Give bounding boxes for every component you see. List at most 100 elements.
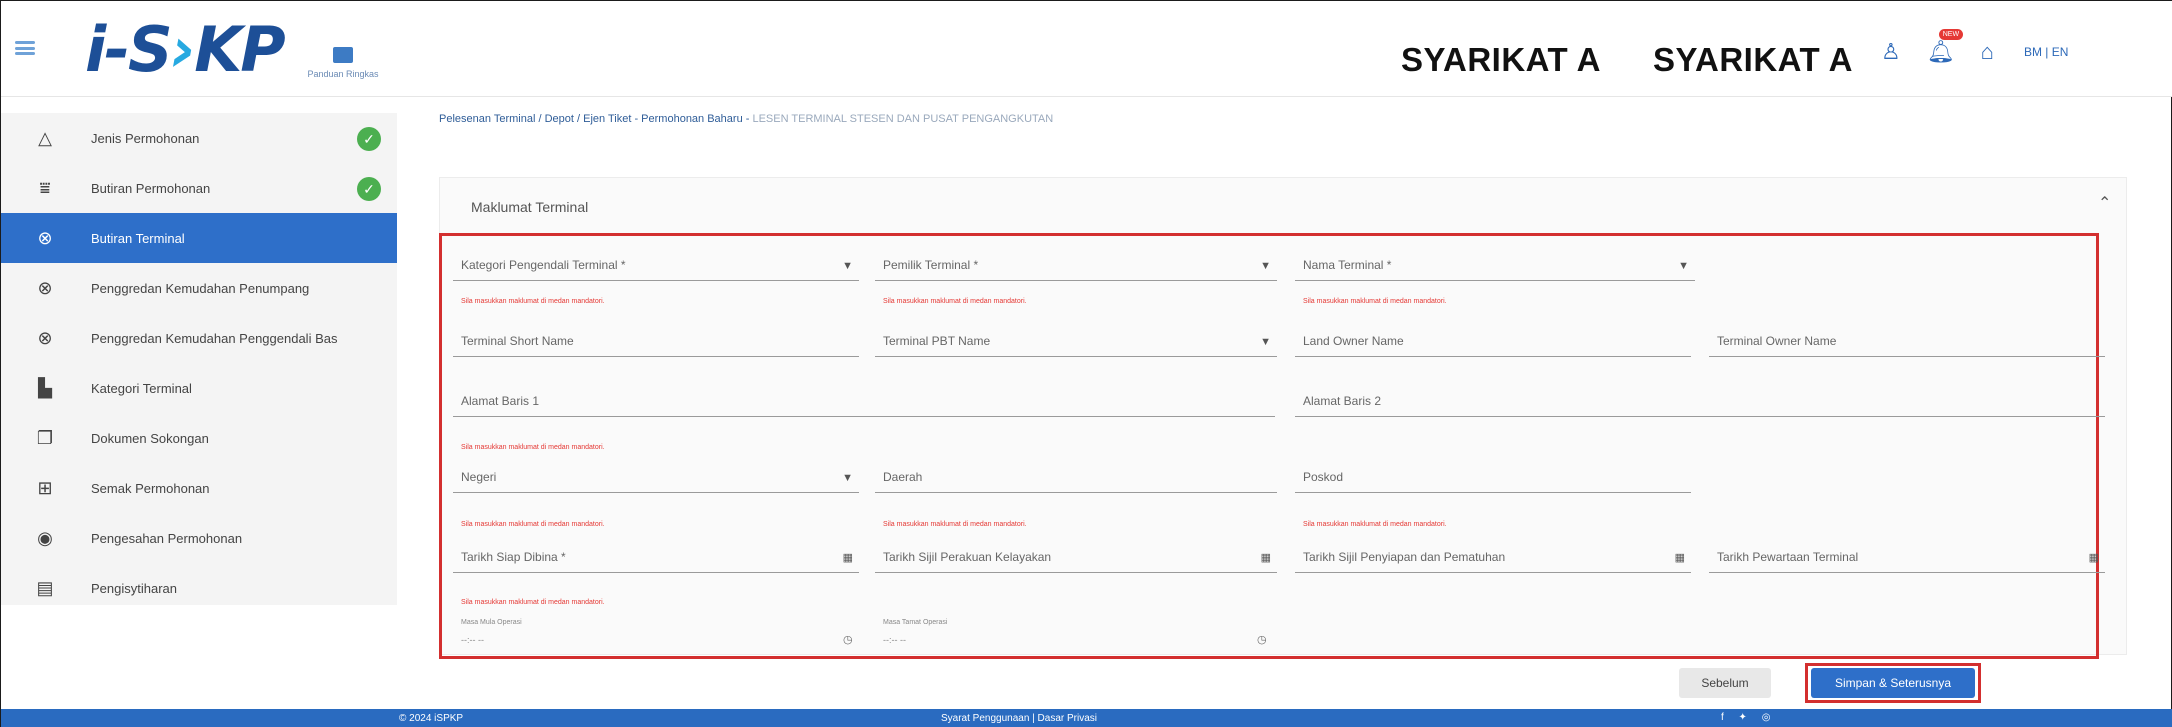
field-label: Poskod	[1303, 470, 1344, 484]
field-label: Kategori Pengendali Terminal *	[461, 258, 626, 272]
tarikh-siap-dibina-date[interactable]: Tarikh Siap Dibina * ▦	[453, 529, 859, 573]
calendar-icon[interactable]: ▦	[1261, 551, 1271, 564]
bell-icon[interactable]: 🔔︎ NEW	[1927, 29, 1964, 65]
field-label: Terminal Owner Name	[1717, 334, 1837, 348]
calendar-icon[interactable]: ▦	[2089, 551, 2099, 564]
logo: i-S›KP	[85, 13, 286, 86]
error-text: Sila masukkan maklumat di medan mandator…	[1303, 521, 1447, 528]
menu-icon[interactable]	[15, 41, 35, 55]
sidebar-item-kategori-terminal[interactable]: ▙ Kategori Terminal	[1, 363, 397, 413]
nama-terminal-select[interactable]: Nama Terminal * ▼	[1295, 237, 1695, 281]
sidebar: △ Jenis Permohonan ✓ ⩸ Butiran Permohona…	[1, 113, 397, 605]
document-icon: ▙	[38, 377, 52, 398]
sidebar-item-label: Jenis Permohonan	[91, 130, 200, 146]
sidebar-item-butiran-terminal[interactable]: ⊗ Butiran Terminal	[1, 213, 397, 263]
land-owner-name-input[interactable]: Land Owner Name	[1295, 313, 1691, 357]
daerah-input[interactable]: Daerah	[875, 449, 1277, 493]
alamat-baris-1-input[interactable]: Alamat Baris 1	[453, 373, 1275, 417]
field-label: Tarikh Pewartaan Terminal	[1717, 550, 1859, 564]
sidebar-item-label: Butiran Permohonan	[91, 180, 211, 196]
field-label: Tarikh Sijil Penyiapan dan Pematuhan	[1303, 550, 1506, 564]
error-text: Sila masukkan maklumat di medan mandator…	[461, 521, 605, 528]
error-text: Sila masukkan maklumat di medan mandator…	[883, 298, 1027, 305]
company-name-secondary[interactable]: SYARIKAT A	[1653, 41, 1853, 79]
calendar-icon[interactable]: ▦	[843, 551, 853, 564]
terminal-owner-name-input[interactable]: Terminal Owner Name	[1709, 313, 2105, 357]
tarikh-sijil-penyiapan-date[interactable]: Tarikh Sijil Penyiapan dan Pematuhan ▦	[1295, 529, 1691, 573]
chevron-up-icon[interactable]: ⌃	[2098, 193, 2111, 213]
sidebar-item-penggredan-penumpang[interactable]: ⊗ Penggredan Kemudahan Penumpang	[1, 263, 397, 313]
user-icon[interactable]: ♙	[1881, 39, 1901, 65]
terminal-short-name-input[interactable]: Terminal Short Name	[453, 313, 859, 357]
plus-box-icon: ⊞	[37, 477, 53, 498]
sidebar-item-jenis-permohonan[interactable]: △ Jenis Permohonan ✓	[1, 113, 397, 163]
header: i-S›KP Panduan Ringkas SYARIKAT A SYARIK…	[1, 1, 2172, 97]
social-icons[interactable]: f ✦ ◎	[1721, 712, 1776, 723]
field-label: Tarikh Siap Dibina *	[461, 550, 566, 564]
highlight-frame	[439, 233, 2099, 659]
sidebar-item-label: Pengisytiharan	[91, 580, 177, 596]
quick-guide-link[interactable]: Panduan Ringkas	[288, 47, 398, 87]
sidebar-item-label: Penggredan Kemudahan Penumpang	[91, 280, 310, 296]
breadcrumb-path[interactable]: Pelesenan Terminal / Depot / Ejen Tiket …	[439, 113, 752, 125]
sidebar-item-dokumen-sokongan[interactable]: ❐ Dokumen Sokongan	[1, 413, 397, 463]
route-icon: ⊗	[37, 277, 53, 298]
route-icon: ⊗	[37, 327, 53, 348]
header-actions: ♙ 🔔︎ NEW ⌂ BM | EN	[1881, 29, 2068, 67]
error-text: Sila masukkan maklumat di medan mandator…	[883, 521, 1027, 528]
tarikh-sijil-kelayakan-date[interactable]: Tarikh Sijil Perakuan Kelayakan ▦	[875, 529, 1277, 573]
filter-icon: ⩸	[39, 177, 51, 198]
kategori-pengendali-select[interactable]: Kategori Pengendali Terminal * ▼	[453, 237, 859, 281]
sidebar-item-label: Dokumen Sokongan	[91, 430, 209, 446]
negeri-select[interactable]: Negeri ▼	[453, 449, 859, 493]
route-icon: ⊗	[37, 227, 53, 248]
sidebar-item-pengesahan-permohonan[interactable]: ◉ Pengesahan Permohonan	[1, 513, 397, 563]
sidebar-item-label: Butiran Terminal	[91, 230, 185, 246]
clock-icon[interactable]: ◷	[843, 633, 853, 646]
save-next-button[interactable]: Simpan & Seterusnya	[1811, 668, 1975, 698]
sidebar-item-butiran-permohonan[interactable]: ⩸ Butiran Permohonan ✓	[1, 163, 397, 213]
copyright: © 2024 iSPKP	[399, 713, 464, 724]
error-text: Sila masukkan maklumat di medan mandator…	[1303, 298, 1447, 305]
field-label: Land Owner Name	[1303, 334, 1404, 348]
alamat-baris-2-input[interactable]: Alamat Baris 2	[1295, 373, 2105, 417]
calendar-icon[interactable]: ▦	[1675, 551, 1685, 564]
notification-badge: NEW	[1938, 29, 1964, 40]
dropdown-arrow-icon: ▼	[842, 260, 853, 272]
masa-mula-input[interactable]: --:-- --	[461, 635, 484, 645]
field-label: Terminal PBT Name	[883, 334, 991, 348]
badge-icon: ◉	[37, 527, 53, 548]
files-icon: ❐	[36, 427, 54, 448]
field-label: Nama Terminal *	[1303, 258, 1392, 272]
footer-links[interactable]: Syarat Penggunaan | Dasar Privasi	[941, 713, 1097, 724]
field-label: Daerah	[883, 470, 923, 484]
clock-icon[interactable]: ◷	[1257, 633, 1267, 646]
breadcrumb-current: LESEN TERMINAL STESEN DAN PUSAT PENGANGK…	[752, 113, 1054, 125]
home-icon[interactable]: ⌂	[1981, 39, 1994, 65]
terminal-pbt-name-select[interactable]: Terminal PBT Name ▼	[875, 313, 1277, 357]
poskod-input[interactable]: Poskod	[1295, 449, 1691, 493]
sidebar-item-label: Kategori Terminal	[91, 380, 192, 396]
footer: © 2024 iSPKP Syarat Penggunaan | Dasar P…	[1, 709, 2172, 727]
pemilik-terminal-select[interactable]: Pemilik Terminal * ▼	[875, 237, 1277, 281]
dropdown-arrow-icon: ▼	[1678, 260, 1689, 272]
sidebar-item-pengisytiharan[interactable]: ▤ Pengisytiharan	[1, 563, 397, 613]
sidebar-item-label: Pengesahan Permohonan	[91, 530, 243, 546]
field-label: Pemilik Terminal *	[883, 258, 979, 272]
masa-tamat-input[interactable]: --:-- --	[883, 635, 906, 645]
warning-icon: △	[38, 127, 52, 148]
dropdown-arrow-icon: ▼	[1260, 260, 1271, 272]
masa-mula-label: Masa Mula Operasi	[461, 619, 522, 626]
sidebar-item-penggredan-bas[interactable]: ⊗ Penggredan Kemudahan Penggendali Bas	[1, 313, 397, 363]
sidebar-item-semak-permohonan[interactable]: ⊞ Semak Permohonan	[1, 463, 397, 513]
list-icon: ▤	[36, 577, 54, 598]
tarikh-pewartaan-date[interactable]: Tarikh Pewartaan Terminal ▦	[1709, 529, 2105, 573]
previous-button[interactable]: Sebelum	[1679, 668, 1771, 698]
sidebar-item-label: Penggredan Kemudahan Penggendali Bas	[91, 330, 338, 346]
sidebar-item-label: Semak Permohonan	[91, 480, 210, 496]
check-icon: ✓	[357, 127, 381, 151]
language-switch[interactable]: BM | EN	[2024, 45, 2068, 59]
dropdown-arrow-icon: ▼	[842, 472, 853, 484]
quick-guide-label: Panduan Ringkas	[307, 69, 379, 79]
field-label: Alamat Baris 1	[461, 394, 540, 408]
